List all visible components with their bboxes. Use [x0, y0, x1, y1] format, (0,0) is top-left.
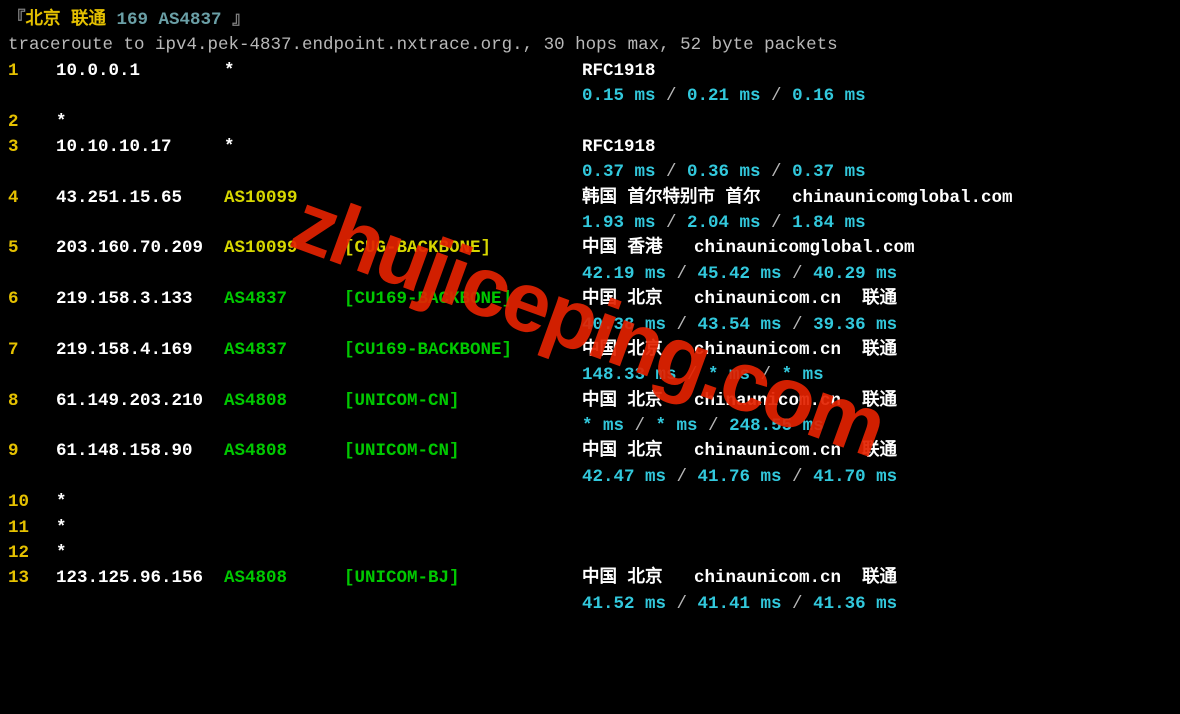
- hop-info: [582, 490, 1172, 515]
- hop-number: 4: [8, 186, 56, 211]
- hop-row: 11*: [8, 516, 1172, 541]
- hop-ip: 43.251.15.65: [56, 186, 224, 211]
- hop-number: 12: [8, 541, 56, 566]
- hop-list: 110.0.0.1*RFC19180.15 ms / 0.21 ms / 0.1…: [8, 59, 1172, 617]
- hop-tag: [344, 516, 582, 541]
- hop-tag: [CU169-BACKBONE]: [344, 287, 582, 312]
- hop-ip: 219.158.4.169: [56, 338, 224, 363]
- hop-info: RFC1918: [582, 59, 1172, 84]
- hop-asn: AS4837: [224, 338, 344, 363]
- hop-latency: 42.19 ms / 45.42 ms / 40.29 ms: [582, 262, 1172, 287]
- hop-row: 310.10.10.17* RFC1918: [8, 135, 1172, 160]
- hop-row: 443.251.15.65AS10099 韩国 首尔特别市 首尔 chinauni…: [8, 186, 1172, 211]
- hop-info: 中国 北京 chinaunicom.cn 联通: [582, 338, 1172, 363]
- hop-ip: 61.148.158.90: [56, 439, 224, 464]
- hop-asn: [224, 490, 344, 515]
- hop-timings: 42.47 ms / 41.76 ms / 41.70 ms: [8, 465, 1172, 490]
- hop-row: 110.0.0.1* RFC1918: [8, 59, 1172, 84]
- hop-tag: [344, 110, 582, 135]
- hop-info: 中国 北京 chinaunicom.cn 联通: [582, 566, 1172, 591]
- hop-asn: [224, 541, 344, 566]
- hop-row: 12*: [8, 541, 1172, 566]
- hop-tag: [344, 186, 582, 211]
- hop-number: 10: [8, 490, 56, 515]
- hop-info: 韩国 首尔特别市 首尔 chinaunicomglobal.com: [582, 186, 1172, 211]
- hop-timings: 1.93 ms / 2.04 ms / 1.84 ms: [8, 211, 1172, 236]
- hop-ip: 61.149.203.210: [56, 389, 224, 414]
- hop-number: 1: [8, 59, 56, 84]
- hop-latency: 1.93 ms / 2.04 ms / 1.84 ms: [582, 211, 1172, 236]
- hop-asn: [224, 516, 344, 541]
- hop-info: [582, 516, 1172, 541]
- hop-ip: 10.10.10.17: [56, 135, 224, 160]
- hop-number: 13: [8, 566, 56, 591]
- hop-tag: [344, 135, 582, 160]
- hop-number: 2: [8, 110, 56, 135]
- hop-asn: AS4808: [224, 389, 344, 414]
- hop-tag: [344, 59, 582, 84]
- hop-tag: [UNICOM-CN]: [344, 389, 582, 414]
- hop-timings: 0.37 ms / 0.36 ms / 0.37 ms: [8, 160, 1172, 185]
- hop-latency: 0.15 ms / 0.21 ms / 0.16 ms: [582, 84, 1172, 109]
- traceroute-command: traceroute to ipv4.pek-4837.endpoint.nxt…: [8, 33, 1172, 58]
- hop-latency: 42.47 ms / 41.76 ms / 41.70 ms: [582, 465, 1172, 490]
- hop-row: 961.148.158.90AS4808[UNICOM-CN]中国 北京 chi…: [8, 439, 1172, 464]
- hop-asn: AS10099: [224, 236, 344, 261]
- hop-ip: 123.125.96.156: [56, 566, 224, 591]
- hop-tag: [344, 541, 582, 566]
- hop-info: 中国 北京 chinaunicom.cn 联通: [582, 287, 1172, 312]
- hop-info: 中国 香港 chinaunicomglobal.com: [582, 236, 1172, 261]
- hop-tag: [CUG-BACKBONE]: [344, 236, 582, 261]
- hop-asn: [224, 110, 344, 135]
- hop-tag: [CU169-BACKBONE]: [344, 338, 582, 363]
- hop-timings: 0.15 ms / 0.21 ms / 0.16 ms: [8, 84, 1172, 109]
- hop-row: 7219.158.4.169AS4837[CU169-BACKBONE]中国 北…: [8, 338, 1172, 363]
- hop-row: 13123.125.96.156AS4808[UNICOM-BJ]中国 北京 c…: [8, 566, 1172, 591]
- hop-number: 11: [8, 516, 56, 541]
- hop-timings: 40.38 ms / 43.54 ms / 39.36 ms: [8, 313, 1172, 338]
- route-header: 『北京 联通 169 AS4837 』: [8, 8, 1172, 33]
- hop-ip: *: [56, 541, 224, 566]
- hop-row: 5203.160.70.209AS10099[CUG-BACKBONE]中国 香…: [8, 236, 1172, 261]
- hop-tag: [UNICOM-BJ]: [344, 566, 582, 591]
- hop-row: 861.149.203.210AS4808[UNICOM-CN]中国 北京 ch…: [8, 389, 1172, 414]
- hop-latency: * ms / * ms / 248.55 ms: [582, 414, 1172, 439]
- hop-info: 中国 北京 chinaunicom.cn 联通: [582, 389, 1172, 414]
- hop-asn: AS4837: [224, 287, 344, 312]
- hop-info: 中国 北京 chinaunicom.cn 联通: [582, 439, 1172, 464]
- hop-ip: 203.160.70.209: [56, 236, 224, 261]
- hop-asn: *: [224, 59, 344, 84]
- hop-number: 5: [8, 236, 56, 261]
- hop-number: 9: [8, 439, 56, 464]
- hop-latency: 40.38 ms / 43.54 ms / 39.36 ms: [582, 313, 1172, 338]
- hop-asn: *: [224, 135, 344, 160]
- hop-ip: *: [56, 110, 224, 135]
- hop-row: 2*: [8, 110, 1172, 135]
- hop-ip: *: [56, 516, 224, 541]
- hop-ip: 219.158.3.133: [56, 287, 224, 312]
- hop-info: [582, 110, 1172, 135]
- hop-asn: AS4808: [224, 566, 344, 591]
- hop-latency: 41.52 ms / 41.41 ms / 41.36 ms: [582, 592, 1172, 617]
- hop-timings: 42.19 ms / 45.42 ms / 40.29 ms: [8, 262, 1172, 287]
- hop-timings: 148.33 ms / * ms / * ms: [8, 363, 1172, 388]
- hop-ip: 10.0.0.1: [56, 59, 224, 84]
- hop-asn: AS4808: [224, 439, 344, 464]
- hop-number: 7: [8, 338, 56, 363]
- hop-latency: 0.37 ms / 0.36 ms / 0.37 ms: [582, 160, 1172, 185]
- hop-number: 8: [8, 389, 56, 414]
- hop-timings: * ms / * ms / 248.55 ms: [8, 414, 1172, 439]
- hop-number: 3: [8, 135, 56, 160]
- hop-row: 6219.158.3.133AS4837[CU169-BACKBONE]中国 北…: [8, 287, 1172, 312]
- hop-timings: 41.52 ms / 41.41 ms / 41.36 ms: [8, 592, 1172, 617]
- hop-tag: [UNICOM-CN]: [344, 439, 582, 464]
- hop-latency: 148.33 ms / * ms / * ms: [582, 363, 1172, 388]
- hop-info: RFC1918: [582, 135, 1172, 160]
- hop-asn: AS10099: [224, 186, 344, 211]
- hop-info: [582, 541, 1172, 566]
- hop-ip: *: [56, 490, 224, 515]
- hop-number: 6: [8, 287, 56, 312]
- hop-row: 10*: [8, 490, 1172, 515]
- hop-tag: [344, 490, 582, 515]
